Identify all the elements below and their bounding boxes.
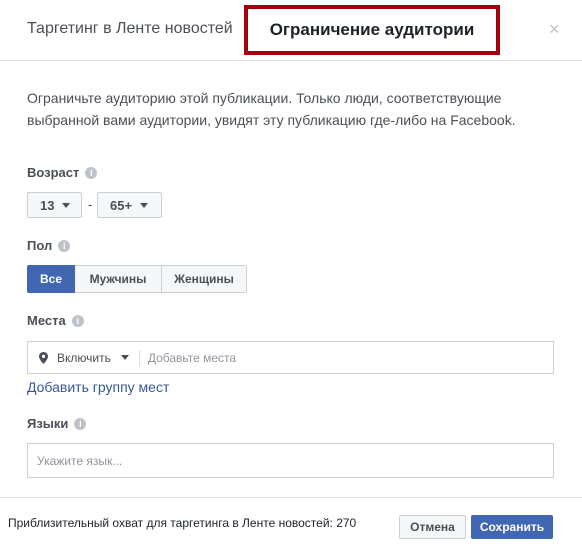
gender-women-button[interactable]: Женщины (162, 265, 247, 293)
estimated-reach-text: Приблизительный охват для таргетинга в Л… (8, 516, 357, 530)
languages-label: Языки (27, 416, 69, 431)
tab-audience-restriction[interactable]: Ограничение аудитории (244, 5, 500, 55)
places-include-label: Включить (57, 350, 111, 365)
tab-audience-restriction-label: Ограничение аудитории (269, 20, 475, 39)
age-label: Возраст (27, 165, 80, 180)
places-field: Включить (27, 341, 554, 374)
places-label: Места (27, 313, 66, 328)
gender-label: Пол (27, 238, 53, 253)
location-pin-icon (39, 351, 48, 364)
cancel-button[interactable]: Отмена (399, 515, 466, 539)
age-label-row: Возраст i (27, 165, 98, 180)
info-icon[interactable]: i (58, 239, 71, 252)
save-button[interactable]: Сохранить (471, 515, 553, 539)
dialog-footer: Приблизительный охват для таргетинга в Л… (0, 497, 582, 549)
languages-label-row: Языки i (27, 416, 87, 431)
places-input[interactable] (147, 350, 518, 365)
gender-all-button[interactable]: Все (27, 265, 75, 293)
chevron-down-icon (120, 355, 129, 360)
tab-bar: Таргетинг в Ленте новостей Ограничение а… (0, 0, 582, 61)
places-include-dropdown[interactable]: Включить (28, 342, 129, 373)
add-location-group-link[interactable]: Добавить группу мест (27, 379, 169, 395)
age-max-select[interactable]: 65+ (97, 192, 162, 218)
places-divider (138, 349, 140, 366)
language-input[interactable] (27, 443, 554, 478)
gender-segmented-control: Все Мужчины Женщины (27, 265, 247, 293)
chevron-down-icon (62, 202, 71, 208)
chevron-down-icon (140, 202, 149, 208)
age-min-value: 13 (40, 197, 55, 213)
close-icon[interactable]: × (549, 19, 560, 40)
info-icon[interactable]: i (85, 166, 98, 179)
info-icon[interactable]: i (74, 417, 87, 430)
tab-feed-targeting[interactable]: Таргетинг в Ленте новостей (27, 20, 233, 38)
gender-label-row: Пол i (27, 238, 71, 253)
age-min-select[interactable]: 13 (27, 192, 82, 218)
info-icon[interactable]: i (71, 314, 84, 327)
audience-description: Ограничьте аудиторию этой публикации. То… (27, 90, 516, 128)
gender-men-button[interactable]: Мужчины (75, 265, 162, 293)
age-max-value: 65+ (110, 197, 133, 213)
places-label-row: Места i (27, 313, 84, 328)
age-range-separator: - (88, 197, 93, 212)
